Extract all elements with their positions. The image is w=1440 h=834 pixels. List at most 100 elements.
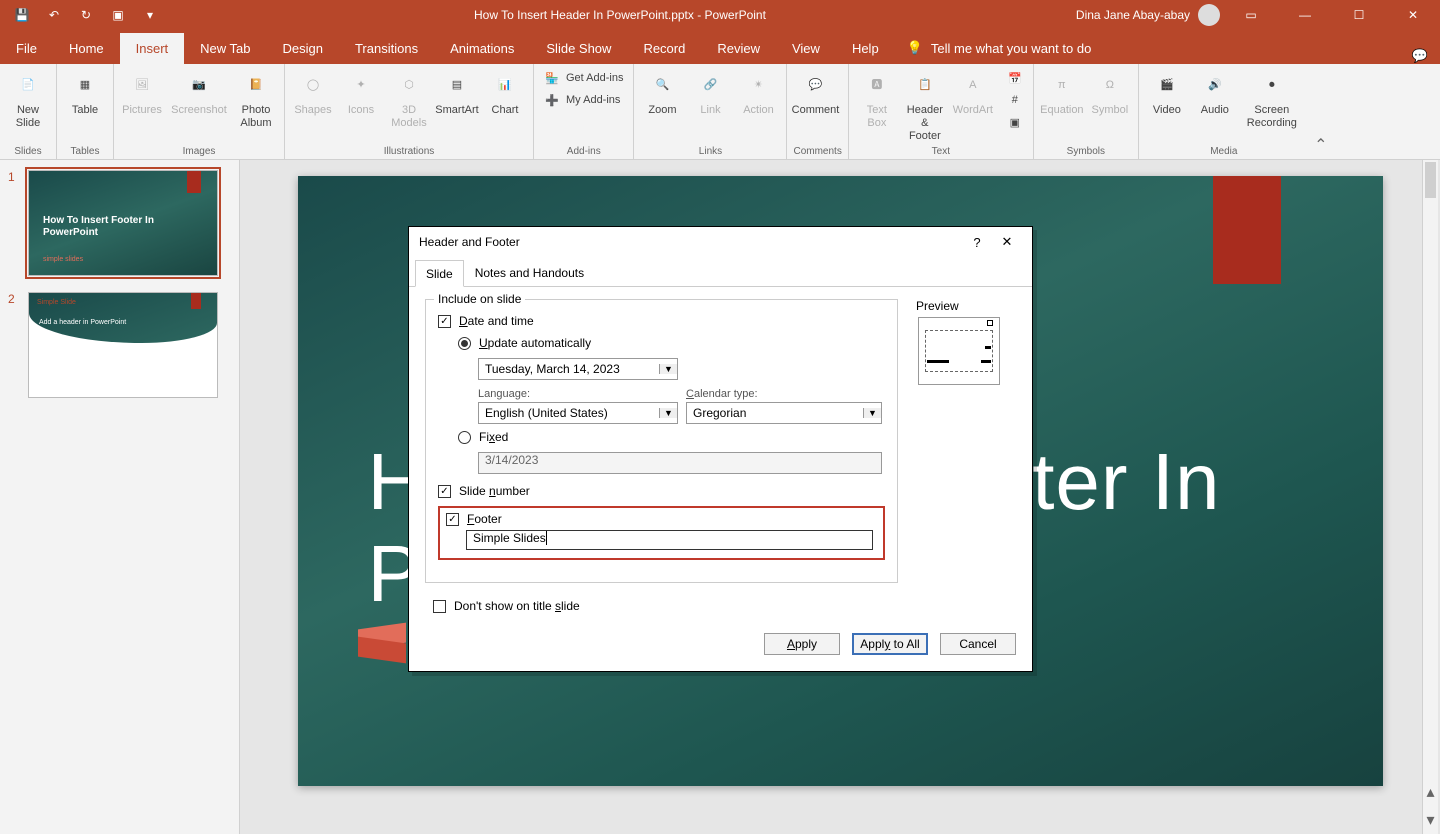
date-time-checkbox[interactable]: [438, 315, 451, 328]
tab-animations[interactable]: Animations: [434, 33, 530, 64]
apply-to-all-button[interactable]: Apply to All: [852, 633, 928, 655]
language-combo[interactable]: English (United States) ▼: [478, 402, 678, 424]
close-icon[interactable]: ✕: [1390, 0, 1436, 30]
header-footer-label: Header & Footer: [905, 104, 945, 144]
link-label: Link: [700, 104, 720, 117]
tab-new-tab[interactable]: New Tab: [184, 33, 266, 64]
chart-button[interactable]: 📊Chart: [483, 68, 527, 117]
redo-icon[interactable]: ↻: [72, 1, 100, 29]
tab-file[interactable]: File: [0, 33, 53, 64]
my-addins-button[interactable]: ➕My Add-ins: [540, 90, 627, 110]
icons-label: Icons: [348, 104, 374, 117]
header-footer-button[interactable]: 📋Header & Footer: [903, 68, 947, 144]
qat-customize-icon[interactable]: ▾: [136, 1, 164, 29]
calendar-combo[interactable]: Gregorian ▼: [686, 402, 882, 424]
video-label: Video: [1153, 104, 1181, 117]
ribbon-display-icon[interactable]: ▭: [1228, 0, 1274, 30]
chevron-down-icon[interactable]: ▼: [659, 408, 677, 418]
pictures-label: Pictures: [122, 104, 162, 117]
tab-home[interactable]: Home: [53, 33, 120, 64]
thumbnail-2[interactable]: 2 Simple Slide Add a header in PowerPoin…: [8, 292, 231, 398]
shapes-button[interactable]: ◯Shapes: [291, 68, 335, 117]
object-small-button[interactable]: ▣: [1003, 112, 1027, 132]
fixed-date-input[interactable]: 3/14/2023: [478, 452, 882, 474]
screen-recording-button[interactable]: ⏺Screen Recording: [1241, 68, 1303, 130]
dont-show-title-checkbox[interactable]: [433, 600, 446, 613]
action-icon: ✴: [742, 70, 774, 102]
tab-help[interactable]: Help: [836, 33, 895, 64]
chevron-down-icon[interactable]: ▼: [863, 408, 881, 418]
object-icon: ▣: [1007, 114, 1023, 130]
dialog-help-icon[interactable]: ?: [962, 235, 992, 250]
fixed-radio[interactable]: [458, 431, 471, 444]
collapse-ribbon-icon[interactable]: ⌃: [1309, 64, 1333, 159]
undo-icon[interactable]: ↶: [40, 1, 68, 29]
preview-box: [918, 317, 1000, 385]
smartart-label: SmartArt: [435, 104, 478, 117]
share-icon[interactable]: 💬: [1400, 48, 1440, 64]
thumb-1-title: How To Insert Footer In PowerPoint: [43, 215, 163, 239]
comment-button[interactable]: 💬Comment: [793, 68, 837, 117]
group-slides-label: Slides: [6, 144, 50, 157]
screenshot-button[interactable]: 📷Screenshot: [168, 68, 230, 117]
symbol-icon: Ω: [1094, 70, 1126, 102]
text-box-label: Text Box: [867, 104, 887, 130]
tab-transitions[interactable]: Transitions: [339, 33, 434, 64]
minimize-icon[interactable]: —: [1282, 0, 1328, 30]
wordart-button[interactable]: AWordArt: [951, 68, 995, 117]
smartart-button[interactable]: ▤SmartArt: [435, 68, 479, 117]
get-addins-button[interactable]: 🏪Get Add-ins: [540, 68, 627, 88]
photo-album-button[interactable]: 📔Photo Album: [234, 68, 278, 130]
save-icon[interactable]: 💾: [8, 1, 36, 29]
apply-button[interactable]: Apply: [764, 633, 840, 655]
3d-models-icon: ⬡: [393, 70, 425, 102]
zoom-label: Zoom: [648, 104, 676, 117]
text-box-button[interactable]: 🅰Text Box: [855, 68, 899, 130]
symbol-button[interactable]: ΩSymbol: [1088, 68, 1132, 117]
zoom-button[interactable]: 🔍Zoom: [640, 68, 684, 117]
chevron-down-icon[interactable]: ▼: [659, 364, 677, 374]
action-button[interactable]: ✴Action: [736, 68, 780, 117]
audio-button[interactable]: 🔊Audio: [1193, 68, 1237, 117]
cancel-button[interactable]: Cancel: [940, 633, 1016, 655]
tab-view[interactable]: View: [776, 33, 836, 64]
tell-me-search[interactable]: 💡 Tell me what you want to do: [895, 32, 1104, 64]
dialog-close-icon[interactable]: ✕: [992, 234, 1022, 250]
date-time-small-button[interactable]: 📅: [1003, 68, 1027, 88]
date-format-combo[interactable]: Tuesday, March 14, 2023 ▼: [478, 358, 678, 380]
tab-insert[interactable]: Insert: [120, 33, 185, 64]
scrollbar-thumb[interactable]: [1425, 162, 1436, 198]
3d-models-button[interactable]: ⬡3D Models: [387, 68, 431, 130]
tab-record[interactable]: Record: [627, 33, 701, 64]
icons-button[interactable]: ✦Icons: [339, 68, 383, 117]
thumbnail-1[interactable]: 1 How To Insert Footer In PowerPoint sim…: [8, 170, 231, 276]
table-button[interactable]: ▦Table: [63, 68, 107, 117]
dialog-tabs: Slide Notes and Handouts: [409, 257, 1032, 287]
user-avatar-icon[interactable]: [1198, 4, 1220, 26]
dialog-tab-notes[interactable]: Notes and Handouts: [464, 259, 595, 286]
start-from-beginning-icon[interactable]: ▣: [104, 1, 132, 29]
tab-design[interactable]: Design: [267, 33, 339, 64]
next-slide-icon[interactable]: ▾: [1423, 806, 1438, 834]
equation-button[interactable]: πEquation: [1040, 68, 1084, 117]
pictures-button[interactable]: 🖼Pictures: [120, 68, 164, 117]
slide-number-small-button[interactable]: #: [1003, 90, 1027, 110]
dialog-tab-slide[interactable]: Slide: [415, 260, 464, 287]
footer-text-input[interactable]: Simple Slides: [466, 530, 873, 550]
video-button[interactable]: 🎬 Video: [1145, 68, 1189, 117]
tab-review[interactable]: Review: [701, 33, 776, 64]
dont-show-title-label: Don't show on title slide: [454, 599, 580, 613]
calendar-value: Gregorian: [687, 406, 863, 420]
video-icon: 🎬: [1151, 70, 1183, 102]
link-button[interactable]: 🔗Link: [688, 68, 732, 117]
tab-slide-show[interactable]: Slide Show: [530, 33, 627, 64]
shapes-label: Shapes: [294, 104, 331, 117]
maximize-icon[interactable]: ☐: [1336, 0, 1382, 30]
prev-slide-icon[interactable]: ▴: [1423, 778, 1438, 806]
footer-checkbox[interactable]: [446, 513, 459, 526]
vertical-scrollbar[interactable]: ▴ ▾: [1422, 160, 1438, 834]
update-automatically-radio[interactable]: [458, 337, 471, 350]
new-slide-button[interactable]: 📄New Slide: [6, 68, 50, 130]
slide-number-checkbox[interactable]: [438, 485, 451, 498]
dialog-titlebar: Header and Footer ? ✕: [409, 227, 1032, 257]
